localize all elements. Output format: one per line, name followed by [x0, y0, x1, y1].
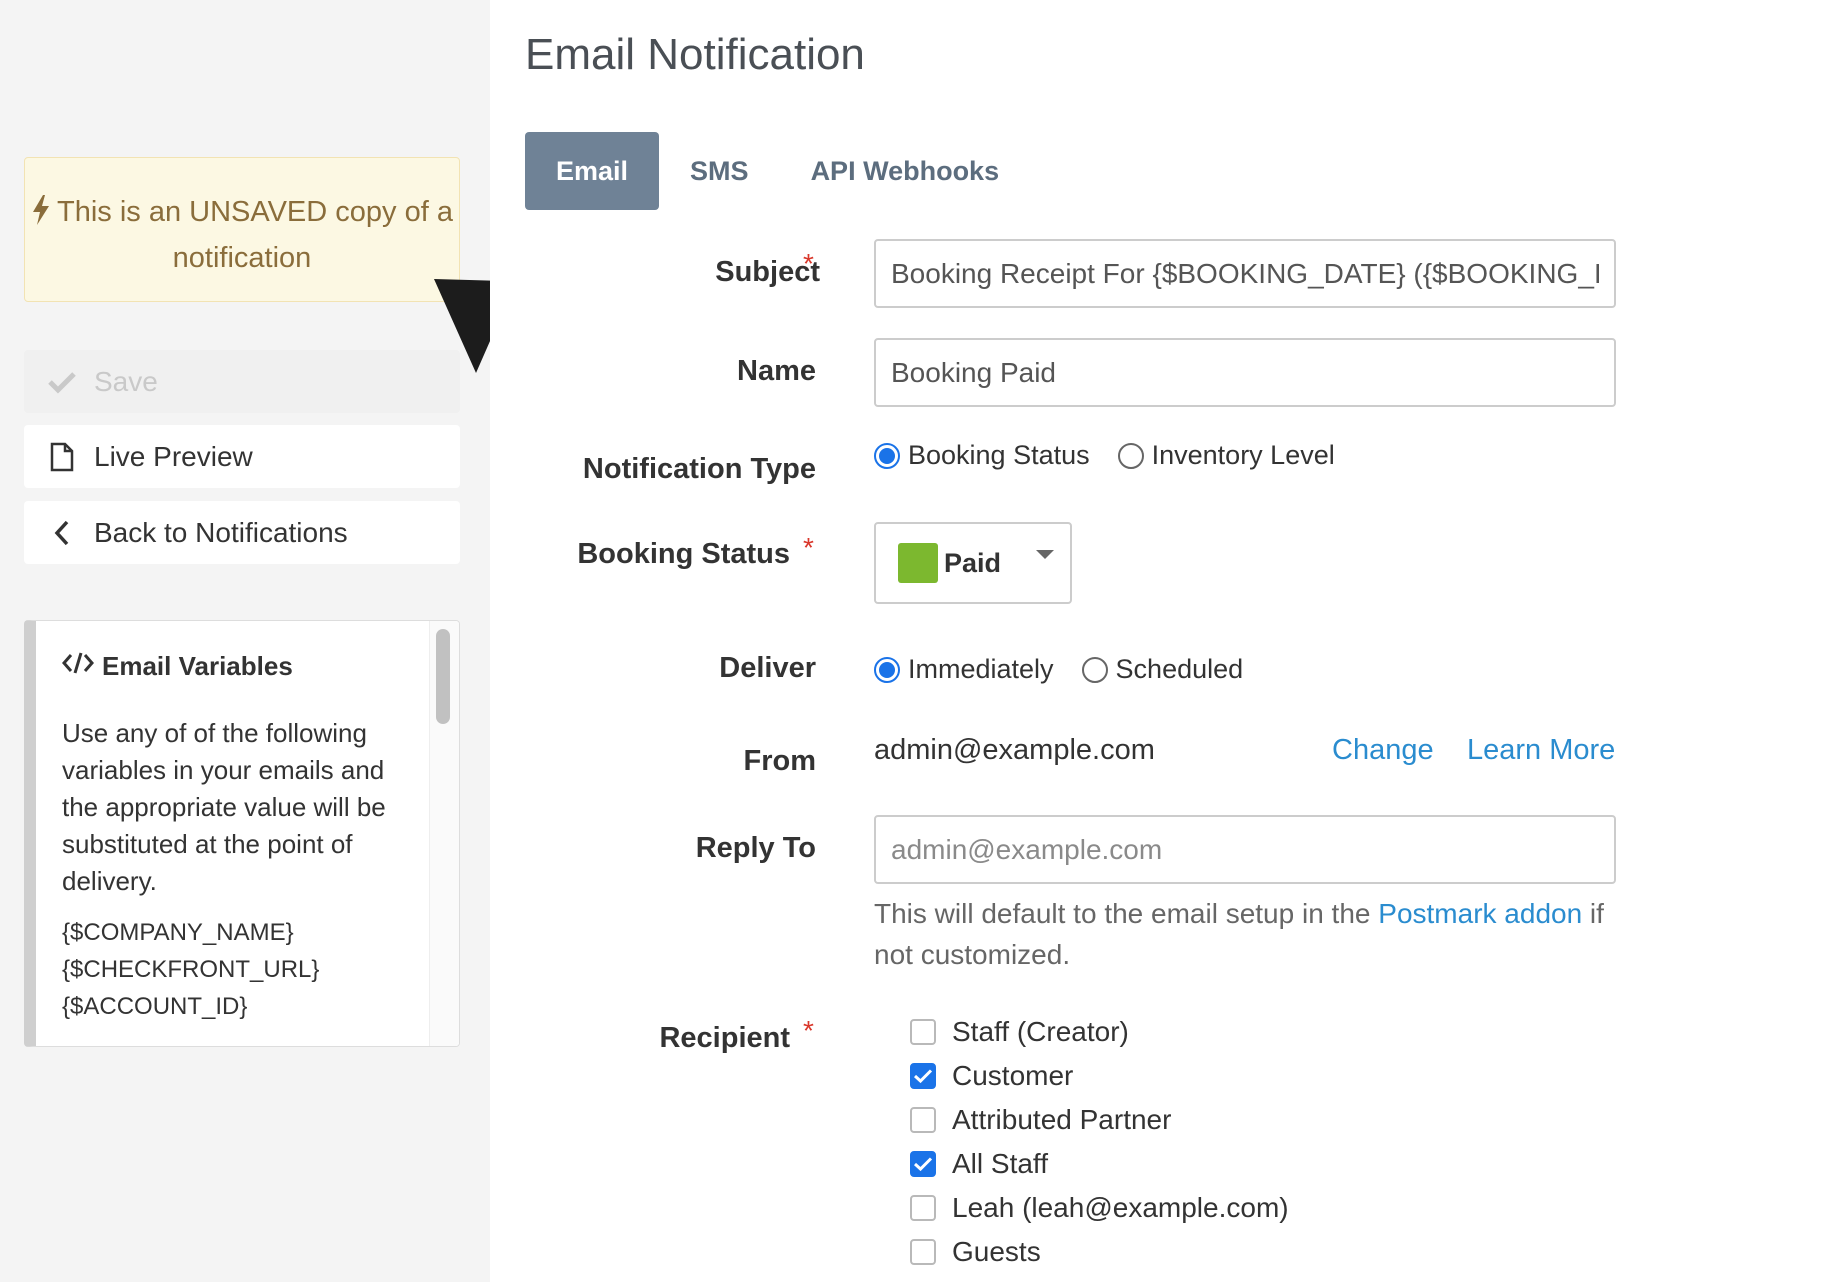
radio-button[interactable] — [874, 442, 900, 469]
code-icon — [62, 651, 94, 682]
email-variables-title-text: Email Variables — [102, 651, 293, 681]
live-preview-label: Live Preview — [94, 440, 253, 472]
checkbox[interactable] — [910, 1151, 936, 1177]
email-variables-description: Use any of of the following variables in… — [62, 718, 386, 896]
radio-button[interactable] — [1081, 656, 1108, 683]
back-to-notifications-button[interactable]: Back to Notifications — [24, 501, 460, 564]
radio-button[interactable] — [874, 656, 900, 683]
radio-label: Booking Status — [908, 440, 1090, 470]
email-variables-panel: Email Variables Use any of of the follow… — [24, 620, 460, 1047]
radio-label: Immediately — [908, 654, 1054, 684]
variables-scrollbar[interactable] — [429, 621, 459, 1046]
scrollbar-thumb[interactable] — [436, 629, 450, 724]
variable-item[interactable]: {$CHECKFRONT_URL} — [62, 951, 402, 988]
caret-down-icon — [1036, 550, 1054, 559]
name-label: Name — [737, 355, 816, 387]
checkbox[interactable] — [910, 1239, 936, 1265]
change-link[interactable]: Change — [1332, 734, 1434, 767]
reply-to-help-text: This will default to the email setup in … — [874, 893, 1634, 975]
recipient-customer[interactable]: Customer — [910, 1054, 1289, 1098]
recipient-label: Recipient — [659, 1022, 790, 1054]
postmark-addon-link[interactable]: Postmark addon — [1378, 898, 1582, 929]
save-button-label: Save — [94, 365, 158, 397]
unsaved-alert-text: This is an UNSAVED copy of a notificatio… — [57, 196, 453, 274]
radio-scheduled[interactable]: Scheduled — [1081, 654, 1244, 685]
radio-immediately[interactable]: Immediately — [874, 654, 1054, 685]
from-label: From — [743, 745, 817, 777]
checkbox-label: Staff (Creator) — [952, 1016, 1129, 1047]
reply-to-label: Reply To — [695, 832, 816, 864]
booking-status-label: Booking Status — [577, 538, 790, 570]
checkbox[interactable] — [910, 1019, 936, 1045]
recipient-attributed-partner[interactable]: Attributed Partner — [910, 1098, 1289, 1142]
checkbox-label: Guests — [952, 1236, 1041, 1267]
radio-label: Scheduled — [1115, 654, 1244, 684]
from-email-value: admin@example.com — [874, 734, 1155, 766]
variable-item[interactable]: {$ACCOUNT_ID} — [62, 988, 402, 1025]
checkbox-label: Leah (leah@example.com) — [952, 1192, 1289, 1223]
checkbox-label: All Staff — [952, 1148, 1048, 1179]
required-indicator: * — [803, 532, 814, 563]
checkbox[interactable] — [910, 1195, 936, 1221]
radio-inventory-level[interactable]: Inventory Level — [1117, 440, 1335, 471]
variable-item[interactable]: {$COMPANY_NAME} — [62, 914, 402, 951]
recipient-all-staff[interactable]: All Staff — [910, 1142, 1289, 1186]
deliver-label: Deliver — [719, 652, 816, 684]
checkbox[interactable] — [910, 1107, 936, 1133]
email-variables-title: Email Variables — [62, 651, 402, 682]
booking-status-value: Paid — [944, 547, 1002, 578]
checkmark-icon — [913, 1069, 933, 1084]
notification-type-radio-group: Booking Status Inventory Level — [874, 440, 1363, 471]
learn-more-link[interactable]: Learn More — [1467, 734, 1615, 767]
deliver-radio-group: Immediately Scheduled — [874, 654, 1271, 685]
required-indicator: * — [803, 1015, 814, 1046]
chevron-left-icon — [46, 517, 78, 549]
live-preview-button[interactable]: Live Preview — [24, 425, 460, 488]
radio-booking-status[interactable]: Booking Status — [874, 440, 1090, 471]
checkbox-label: Attributed Partner — [952, 1104, 1172, 1135]
checkbox-label: Customer — [952, 1060, 1074, 1091]
file-icon — [46, 441, 78, 473]
radio-button[interactable] — [1117, 442, 1144, 469]
recipient-staff-creator[interactable]: Staff (Creator) — [910, 1010, 1289, 1054]
variables-list: {$COMPANY_NAME} {$CHECKFRONT_URL} {$ACCO… — [62, 914, 402, 1025]
back-to-notifications-label: Back to Notifications — [94, 516, 348, 548]
save-button[interactable]: Save — [24, 350, 460, 413]
notification-type-label: Notification Type — [582, 453, 816, 485]
check-icon — [46, 366, 78, 398]
subject-input[interactable] — [874, 239, 1616, 308]
recipient-guests[interactable]: Guests — [910, 1230, 1289, 1274]
help-text-prefix: This will default to the email setup in … — [874, 898, 1379, 929]
status-color-swatch — [898, 543, 938, 583]
required-indicator: * — [803, 248, 814, 279]
name-input[interactable] — [874, 338, 1616, 407]
unsaved-alert: This is an UNSAVED copy of a notificatio… — [24, 157, 460, 302]
checkmark-icon — [913, 1157, 933, 1172]
form-labels: Subject Name Notification Type Booking S… — [490, 0, 820, 1282]
tab-api-webhooks[interactable]: API Webhooks — [780, 132, 1031, 210]
reply-to-input[interactable] — [874, 815, 1616, 884]
main-content: Email Notification Email SMS API Webhook… — [490, 0, 1824, 1282]
checkbox[interactable] — [910, 1063, 936, 1089]
recipient-checkbox-list: Staff (Creator) Customer Attributed Part… — [910, 1010, 1289, 1274]
recipient-leah[interactable]: Leah (leah@example.com) — [910, 1186, 1289, 1230]
radio-label: Inventory Level — [1151, 440, 1335, 470]
booking-status-select[interactable]: Paid — [874, 522, 1072, 604]
sidebar: This is an UNSAVED copy of a notificatio… — [0, 0, 490, 1282]
bolt-icon — [31, 195, 51, 237]
